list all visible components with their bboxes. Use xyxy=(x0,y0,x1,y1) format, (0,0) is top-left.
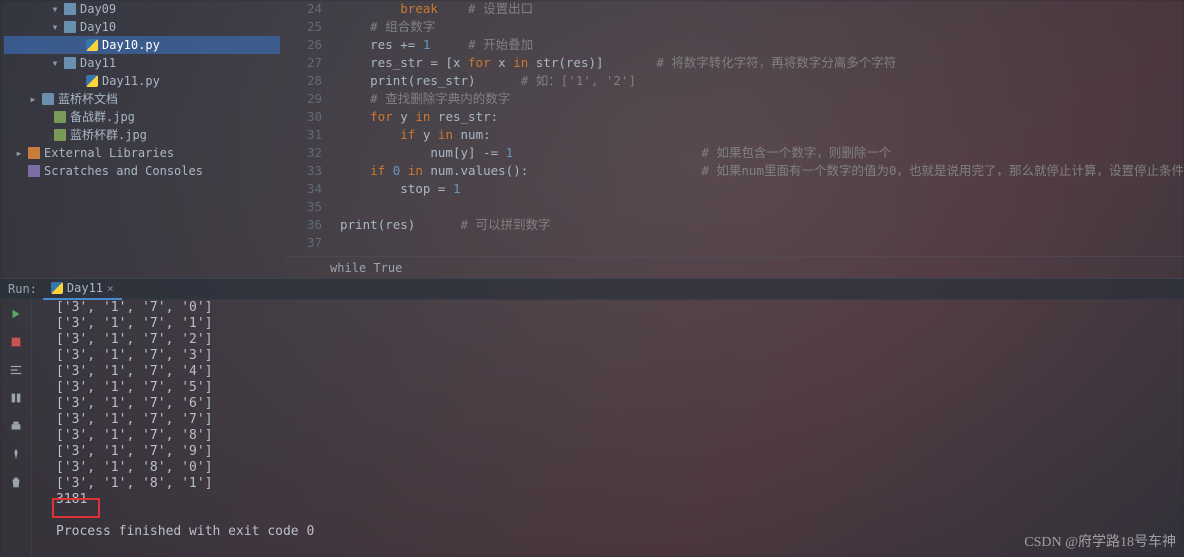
console-line: ['3', '1', '7', '8'] xyxy=(56,428,1184,444)
tree-item-label: Day11.py xyxy=(102,72,160,90)
run-tab-label: Day11 xyxy=(67,281,103,295)
code-editor[interactable]: 2425262728293031323334353637 break # 设置出… xyxy=(284,0,1184,278)
code-line[interactable]: print(res) # 可以拼到数字 xyxy=(340,216,1184,234)
py-icon xyxy=(86,75,98,87)
line-number[interactable]: 25 xyxy=(284,18,322,36)
tree-item[interactable]: ▾ Day09 xyxy=(4,0,280,18)
expand-icon[interactable]: ▾ xyxy=(50,54,60,72)
code-line[interactable] xyxy=(340,198,1184,216)
lib-icon xyxy=(28,147,40,159)
console-line: ['3', '1', '7', '2'] xyxy=(56,332,1184,348)
console-line: ['3', '1', '7', '0'] xyxy=(56,300,1184,316)
code-line[interactable]: stop = 1 xyxy=(340,180,1184,198)
console-line: ['3', '1', '7', '6'] xyxy=(56,396,1184,412)
dir-icon xyxy=(64,57,76,69)
tree-item-label: Scratches and Consoles xyxy=(44,162,203,180)
img-icon xyxy=(54,111,66,123)
tree-item[interactable]: Day10.py xyxy=(4,36,280,54)
scr-icon xyxy=(28,165,40,177)
line-number[interactable]: 30 xyxy=(284,108,322,126)
scroll-to-end-button[interactable] xyxy=(8,390,24,406)
line-number[interactable]: 34 xyxy=(284,180,322,198)
code-line[interactable]: # 查找删除字典内的数字 xyxy=(340,90,1184,108)
tree-item-label: 蓝桥杯文档 xyxy=(58,90,118,108)
code-line[interactable]: print(res_str) # 如：['1', '2'] xyxy=(340,72,1184,90)
code-line[interactable]: if y in num: xyxy=(340,126,1184,144)
line-number[interactable]: 32 xyxy=(284,144,322,162)
code-line[interactable] xyxy=(340,234,1184,252)
dir-icon xyxy=(64,3,76,15)
watermark: CSDN @府学路18号车神 xyxy=(1024,531,1176,551)
line-number[interactable]: 36 xyxy=(284,216,322,234)
console-line: ['3', '1', '7', '9'] xyxy=(56,444,1184,460)
tree-item[interactable]: Day11.py xyxy=(4,72,280,90)
line-number[interactable]: 28 xyxy=(284,72,322,90)
clear-button[interactable] xyxy=(8,474,24,490)
line-number[interactable]: 33 xyxy=(284,162,322,180)
console-line: ['3', '1', '8', '0'] xyxy=(56,460,1184,476)
line-number[interactable]: 31 xyxy=(284,126,322,144)
console-line: ['3', '1', '7', '3'] xyxy=(56,348,1184,364)
run-toolbar xyxy=(0,300,32,557)
tree-item[interactable]: ▸ External Libraries xyxy=(4,144,280,162)
stop-button[interactable] xyxy=(8,334,24,350)
expand-icon[interactable]: ▸ xyxy=(14,144,24,162)
console-line: ['3', '1', '7', '5'] xyxy=(56,380,1184,396)
expand-icon[interactable]: ▾ xyxy=(50,0,60,18)
img-icon xyxy=(54,129,66,141)
console-line: Process finished with exit code 0 xyxy=(56,524,1184,540)
line-number[interactable]: 27 xyxy=(284,54,322,72)
close-icon[interactable]: × xyxy=(107,282,114,295)
print-button[interactable] xyxy=(8,418,24,434)
code-line[interactable]: if 0 in num.values(): # 如果num里面有一个数字的值为0… xyxy=(340,162,1184,180)
py-icon xyxy=(86,39,98,51)
code-line[interactable]: # 组合数字 xyxy=(340,18,1184,36)
run-tab[interactable]: Day11 × xyxy=(43,278,122,300)
tree-item[interactable]: 蓝桥杯群.jpg xyxy=(4,126,280,144)
tree-item-label: External Libraries xyxy=(44,144,174,162)
console-line: ['3', '1', '8', '1'] xyxy=(56,476,1184,492)
tree-item-label: Day09 xyxy=(80,0,116,18)
dir-icon xyxy=(64,21,76,33)
code-line[interactable]: for y in res_str: xyxy=(340,108,1184,126)
console-line: ['3', '1', '7', '4'] xyxy=(56,364,1184,380)
code-content[interactable]: break # 设置出口 # 组合数字 res += 1 # 开始叠加 res_… xyxy=(340,0,1184,256)
console-line: ['3', '1', '7', '7'] xyxy=(56,412,1184,428)
line-number[interactable]: 24 xyxy=(284,0,322,18)
expand-icon[interactable]: ▸ xyxy=(28,90,38,108)
line-number[interactable]: 26 xyxy=(284,36,322,54)
code-line[interactable]: num[y] -= 1 # 如果包含一个数字，则删除一个 xyxy=(340,144,1184,162)
run-panel-header: Run: Day11 × xyxy=(0,278,1184,300)
tree-item[interactable]: ▾ Day10 xyxy=(4,18,280,36)
tree-item-label: Day10 xyxy=(80,18,116,36)
expand-icon[interactable]: ▾ xyxy=(50,18,60,36)
pin-button[interactable] xyxy=(8,446,24,462)
run-label: Run: xyxy=(2,282,43,296)
line-number[interactable]: 35 xyxy=(284,198,322,216)
tree-item[interactable]: Scratches and Consoles xyxy=(4,162,280,180)
line-number[interactable]: 29 xyxy=(284,90,322,108)
breadcrumb[interactable]: while True xyxy=(284,256,1184,278)
console-line xyxy=(56,508,1184,524)
console-line: ['3', '1', '7', '1'] xyxy=(56,316,1184,332)
rerun-button[interactable] xyxy=(8,306,24,322)
tree-item-label: 蓝桥杯群.jpg xyxy=(70,126,147,144)
tree-item-label: Day11 xyxy=(80,54,116,72)
console-output[interactable]: ['3', '1', '7', '0']['3', '1', '7', '1']… xyxy=(32,300,1184,557)
code-line[interactable]: break # 设置出口 xyxy=(340,0,1184,18)
dir-icon xyxy=(42,93,54,105)
code-line[interactable]: res += 1 # 开始叠加 xyxy=(340,36,1184,54)
tree-item-label: Day10.py xyxy=(102,36,160,54)
tree-item[interactable]: 备战群.jpg xyxy=(4,108,280,126)
project-tree[interactable]: ▾ Day09 ▾ Day10Day10.py ▾ Day11Day11.py ▸ 蓝桥杯文档… xyxy=(0,0,284,278)
tree-item-label: 备战群.jpg xyxy=(70,108,135,126)
tree-item[interactable]: ▾ Day11 xyxy=(4,54,280,72)
code-line[interactable]: res_str = [x for x in str(res)] # 将数字转化字… xyxy=(340,54,1184,72)
line-gutter: 2425262728293031323334353637 xyxy=(284,0,340,256)
tree-item[interactable]: ▸ 蓝桥杯文档 xyxy=(4,90,280,108)
python-icon xyxy=(51,282,63,294)
line-number[interactable]: 37 xyxy=(284,234,322,252)
soft-wrap-button[interactable] xyxy=(8,362,24,378)
console-line: 3181 xyxy=(56,492,1184,508)
